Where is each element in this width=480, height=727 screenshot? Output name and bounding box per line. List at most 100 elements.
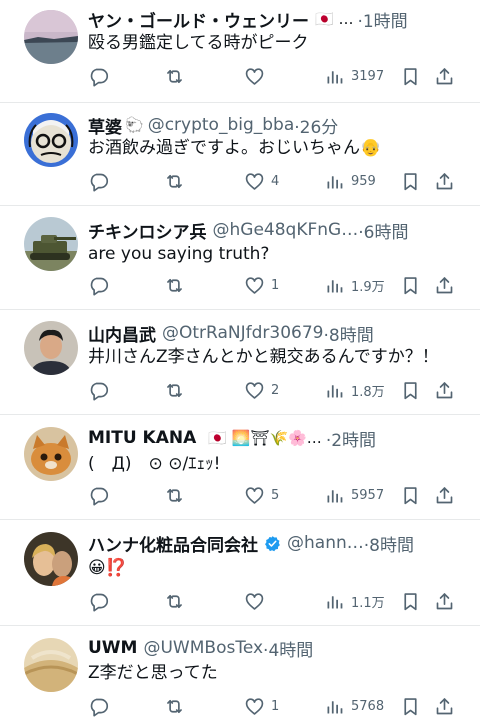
views-icon (324, 696, 345, 717)
reply-post[interactable]: ヤン・ゴールド・ウェンリー 🇯🇵 … ·1時間 殴る男鑑定してる時がピーク 31… (0, 0, 480, 103)
post-time[interactable]: ·8時間 (364, 531, 414, 556)
avatar[interactable] (24, 217, 78, 271)
bookmark-button[interactable] (400, 170, 421, 192)
views-count: 5957 (351, 487, 385, 503)
reply-button[interactable] (88, 695, 109, 717)
reply-button[interactable] (88, 590, 109, 612)
user-handle[interactable]: @hGe48qKFnG… (213, 220, 359, 240)
bookmark-button[interactable] (400, 590, 421, 612)
display-name[interactable]: 山内昌武 (88, 321, 156, 346)
avatar[interactable] (24, 427, 78, 481)
post-header: ハンナ化粧品合同会社 @hann… ·8時間 (88, 530, 466, 556)
views-icon (324, 171, 345, 192)
bookmark-button[interactable] (400, 65, 421, 87)
like-button[interactable]: 1 (244, 274, 279, 296)
reply-post[interactable]: 山内昌武 @OtrRaNJfdr30679 ·8時間 井川さんZ李さんとかと親交… (0, 310, 480, 415)
post-time[interactable]: ·1時間 (357, 7, 407, 32)
display-name[interactable]: MITU KANA (88, 428, 196, 448)
avatar[interactable] (24, 10, 78, 64)
user-handle[interactable]: @OtrRaNJfdr30679 (162, 323, 323, 343)
heart-icon (244, 380, 265, 401)
reply-icon (88, 696, 109, 717)
reply-button[interactable] (88, 379, 109, 401)
post-actions: 1 5768 (88, 695, 458, 717)
display-name[interactable]: 草婆 (88, 113, 122, 138)
avatar[interactable] (24, 532, 78, 586)
like-count: 2 (271, 382, 280, 398)
repost-button[interactable] (164, 590, 185, 612)
share-button[interactable] (434, 590, 455, 612)
avatar[interactable] (24, 113, 78, 167)
post-time[interactable]: ·6時間 (358, 218, 408, 243)
user-handle[interactable]: @UWMBosTex (143, 638, 263, 658)
bookmark-button[interactable] (400, 695, 421, 717)
display-name[interactable]: UWM (88, 638, 137, 658)
repost-button[interactable] (164, 484, 185, 506)
post-text: ( Д) ⊙ ⊙/ｴｪｯ! (88, 454, 221, 474)
reply-icon (88, 591, 109, 612)
repost-button[interactable] (164, 65, 185, 87)
reply-button[interactable] (88, 65, 109, 87)
share-button[interactable] (434, 170, 455, 192)
repost-button[interactable] (164, 379, 185, 401)
post-time[interactable]: ·8時間 (323, 321, 373, 346)
views-count: 5768 (351, 698, 385, 714)
like-count: 1 (271, 698, 280, 714)
views-button[interactable]: 1.1万 (324, 590, 385, 612)
views-button[interactable]: 959 (324, 170, 376, 192)
bookmark-button[interactable] (400, 484, 421, 506)
reply-button[interactable] (88, 170, 109, 192)
heart-icon (244, 171, 265, 192)
like-button[interactable]: 4 (244, 170, 279, 192)
reply-post[interactable]: 草婆 🐑 @crypto_big_bba ·26分 お酒飲み過ぎですよ。おじいち… (0, 103, 480, 206)
reply-button[interactable] (88, 484, 109, 506)
post-header: 山内昌武 @OtrRaNJfdr30679 ·8時間 (88, 320, 466, 346)
like-button[interactable] (244, 65, 271, 87)
like-button[interactable] (244, 590, 271, 612)
reply-post[interactable]: チキンロシア兵 @hGe48qKFnG… ·6時間 are you saying… (0, 206, 480, 310)
share-button[interactable] (434, 695, 455, 717)
heart-icon (244, 485, 265, 506)
like-button[interactable]: 1 (244, 695, 279, 717)
share-button[interactable] (434, 484, 455, 506)
reply-post[interactable]: UWM @UWMBosTex ·4時間 Z李だと思ってた 1 5768 (0, 626, 480, 727)
bookmark-icon (400, 380, 421, 401)
post-time[interactable]: ·2時間 (326, 426, 376, 451)
like-button[interactable]: 2 (244, 379, 279, 401)
bookmark-button[interactable] (400, 379, 421, 401)
repost-icon (164, 696, 185, 717)
repost-button[interactable] (164, 695, 185, 717)
repost-button[interactable] (164, 170, 185, 192)
repost-icon (164, 66, 185, 87)
user-handle[interactable]: @crypto_big_bba (148, 115, 295, 135)
views-button[interactable]: 5768 (324, 695, 384, 717)
views-button[interactable]: 1.8万 (324, 379, 385, 401)
repost-button[interactable] (164, 274, 185, 296)
verified-badge-icon (264, 535, 281, 552)
bookmark-button[interactable] (400, 274, 421, 296)
user-handle[interactable]: @hann… (287, 533, 364, 553)
heart-icon (244, 275, 265, 296)
views-button[interactable]: 1.9万 (324, 274, 385, 296)
share-icon (434, 380, 455, 401)
repost-icon (164, 275, 185, 296)
repost-icon (164, 380, 185, 401)
reply-button[interactable] (88, 274, 109, 296)
post-header: 草婆 🐑 @crypto_big_bba ·26分 (88, 112, 466, 138)
display-name[interactable]: ハンナ化粧品合同会社 (88, 531, 258, 556)
views-button[interactable]: 5957 (324, 484, 384, 506)
bookmark-icon (400, 171, 421, 192)
reply-post[interactable]: MITU KANA 🇯🇵 🌅⛩🌾🌸… ·2時間 ( Д) ⊙ ⊙/ｴｪｯ! 5 … (0, 415, 480, 520)
avatar[interactable] (24, 638, 78, 692)
views-button[interactable]: 3197 (324, 65, 384, 87)
like-button[interactable]: 5 (244, 484, 279, 506)
share-button[interactable] (434, 274, 455, 296)
share-button[interactable] (434, 65, 455, 87)
post-time[interactable]: ·4時間 (263, 636, 313, 661)
post-time[interactable]: ·26分 (294, 113, 338, 138)
reply-post[interactable]: ハンナ化粧品合同会社 @hann… ·8時間 😀⁉️ 1.1万 (0, 520, 480, 626)
share-button[interactable] (434, 379, 455, 401)
avatar[interactable] (24, 321, 78, 375)
display-name[interactable]: ヤン・ゴールド・ウェンリー (88, 7, 309, 32)
display-name[interactable]: チキンロシア兵 (88, 218, 207, 243)
